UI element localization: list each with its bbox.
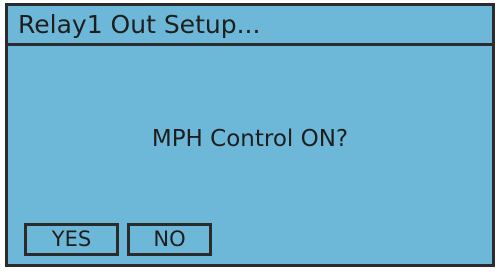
confirmation-message: MPH Control ON? [151, 126, 349, 152]
no-button[interactable]: NO [127, 223, 212, 256]
title-bar: Relay1 Out Setup... [8, 6, 492, 46]
yes-button[interactable]: YES [24, 223, 119, 256]
dialog-title: Relay1 Out Setup... [18, 10, 261, 39]
lcd-dialog-screen: Relay1 Out Setup... MPH Control ON? YES … [5, 3, 495, 267]
